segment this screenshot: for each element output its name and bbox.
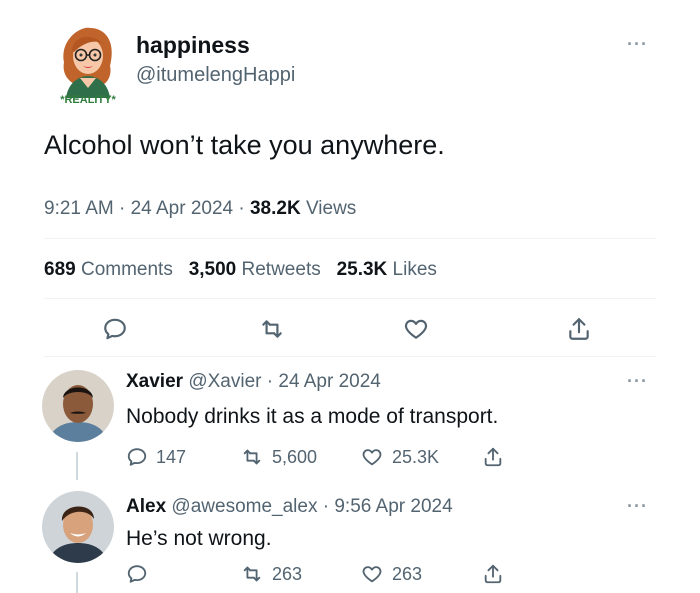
reply-handle[interactable]: @Xavier [188,371,261,392]
like-icon [360,563,384,585]
likes-stat[interactable]: 25.3K Likes [337,259,437,280]
reply-text: Nobody drinks it as a mode of transport. [126,405,499,428]
reply-action[interactable] [126,563,156,585]
reply-icon [126,563,148,585]
retweet-action[interactable]: 263 [240,563,302,585]
retweet-icon [240,563,264,585]
views-count: 38.2K [249,198,301,219]
reply-display-name[interactable]: Alex [126,496,166,517]
avatar-badge: *REALITY* [60,94,116,106]
tweet-meta: 9:21 AM · 24 Apr 2024 · 38.2K Views [44,198,356,220]
thread-line [76,452,78,480]
photo-avatar-image [42,491,114,563]
tweet-time[interactable]: 9:21 AM [44,198,114,219]
reply-avatar[interactable] [42,370,114,442]
handle[interactable]: @itumelengHappi [136,64,295,87]
reply-header: Alex @awesome_alex · 9:56 Apr 2024 [126,496,453,518]
share-icon[interactable] [482,446,504,468]
reply-avatar[interactable] [42,491,114,563]
likes-label: Likes [392,259,437,280]
tweet-date[interactable]: 24 Apr 2024 [131,198,233,219]
like-action[interactable]: 263 [360,563,422,585]
like-count: 263 [392,563,423,584]
like-action[interactable]: 25.3K [360,446,439,468]
author-avatar[interactable] [50,22,126,98]
like-count: 25.3K [392,446,440,467]
like-icon [360,446,384,468]
comments-stat[interactable]: 689 Comments [44,259,173,280]
divider [44,298,656,299]
retweets-stat[interactable]: 3,500 Retweets [189,259,321,280]
reply-date[interactable]: 24 Apr 2024 [278,371,380,392]
share-icon[interactable] [566,316,592,342]
thread-line [76,572,78,593]
photo-avatar-image [42,370,114,442]
meta-separator: · [238,198,245,219]
reply-action[interactable]: 147 [126,446,186,468]
comments-label: Comments [80,259,173,280]
share-icon[interactable] [482,563,504,585]
retweets-count: 3,500 [188,259,237,280]
reply-text: He’s not wrong. [126,527,272,550]
like-icon[interactable] [402,316,430,342]
meta-separator: · [266,371,274,392]
reply-handle[interactable]: @awesome_alex [171,496,317,517]
comments-count: 689 [44,259,76,280]
more-icon[interactable]: ··· [627,371,648,392]
reply-display-name[interactable]: Xavier [126,371,183,392]
retweet-action[interactable]: 5,600 [240,446,317,468]
retweet-count: 5,600 [272,446,318,467]
display-name[interactable]: happiness [136,32,250,59]
meta-separator: · [119,198,126,219]
divider [44,238,656,239]
meta-separator: · [322,496,330,517]
reply-header: Xavier @Xavier · 24 Apr 2024 [126,371,381,393]
divider [44,356,656,357]
reply-count: 147 [156,446,187,467]
reply-date[interactable]: 9:56 Apr 2024 [334,496,452,517]
reply-icon[interactable] [102,316,128,342]
views-label: Views [305,198,357,219]
retweets-label: Retweets [241,259,321,280]
tweet-text: Alcohol won’t take you anywhere. [44,130,445,160]
more-icon[interactable]: ··· [627,34,648,55]
reply-icon [126,446,148,468]
likes-count: 25.3K [336,259,388,280]
retweet-count: 263 [272,563,303,584]
cartoon-avatar-image [63,27,112,98]
engagement-stats: 689 Comments 3,500 Retweets 25.3K Likes [44,259,437,281]
retweet-icon[interactable] [258,316,286,342]
more-icon[interactable]: ··· [627,496,648,517]
retweet-icon [240,446,264,468]
